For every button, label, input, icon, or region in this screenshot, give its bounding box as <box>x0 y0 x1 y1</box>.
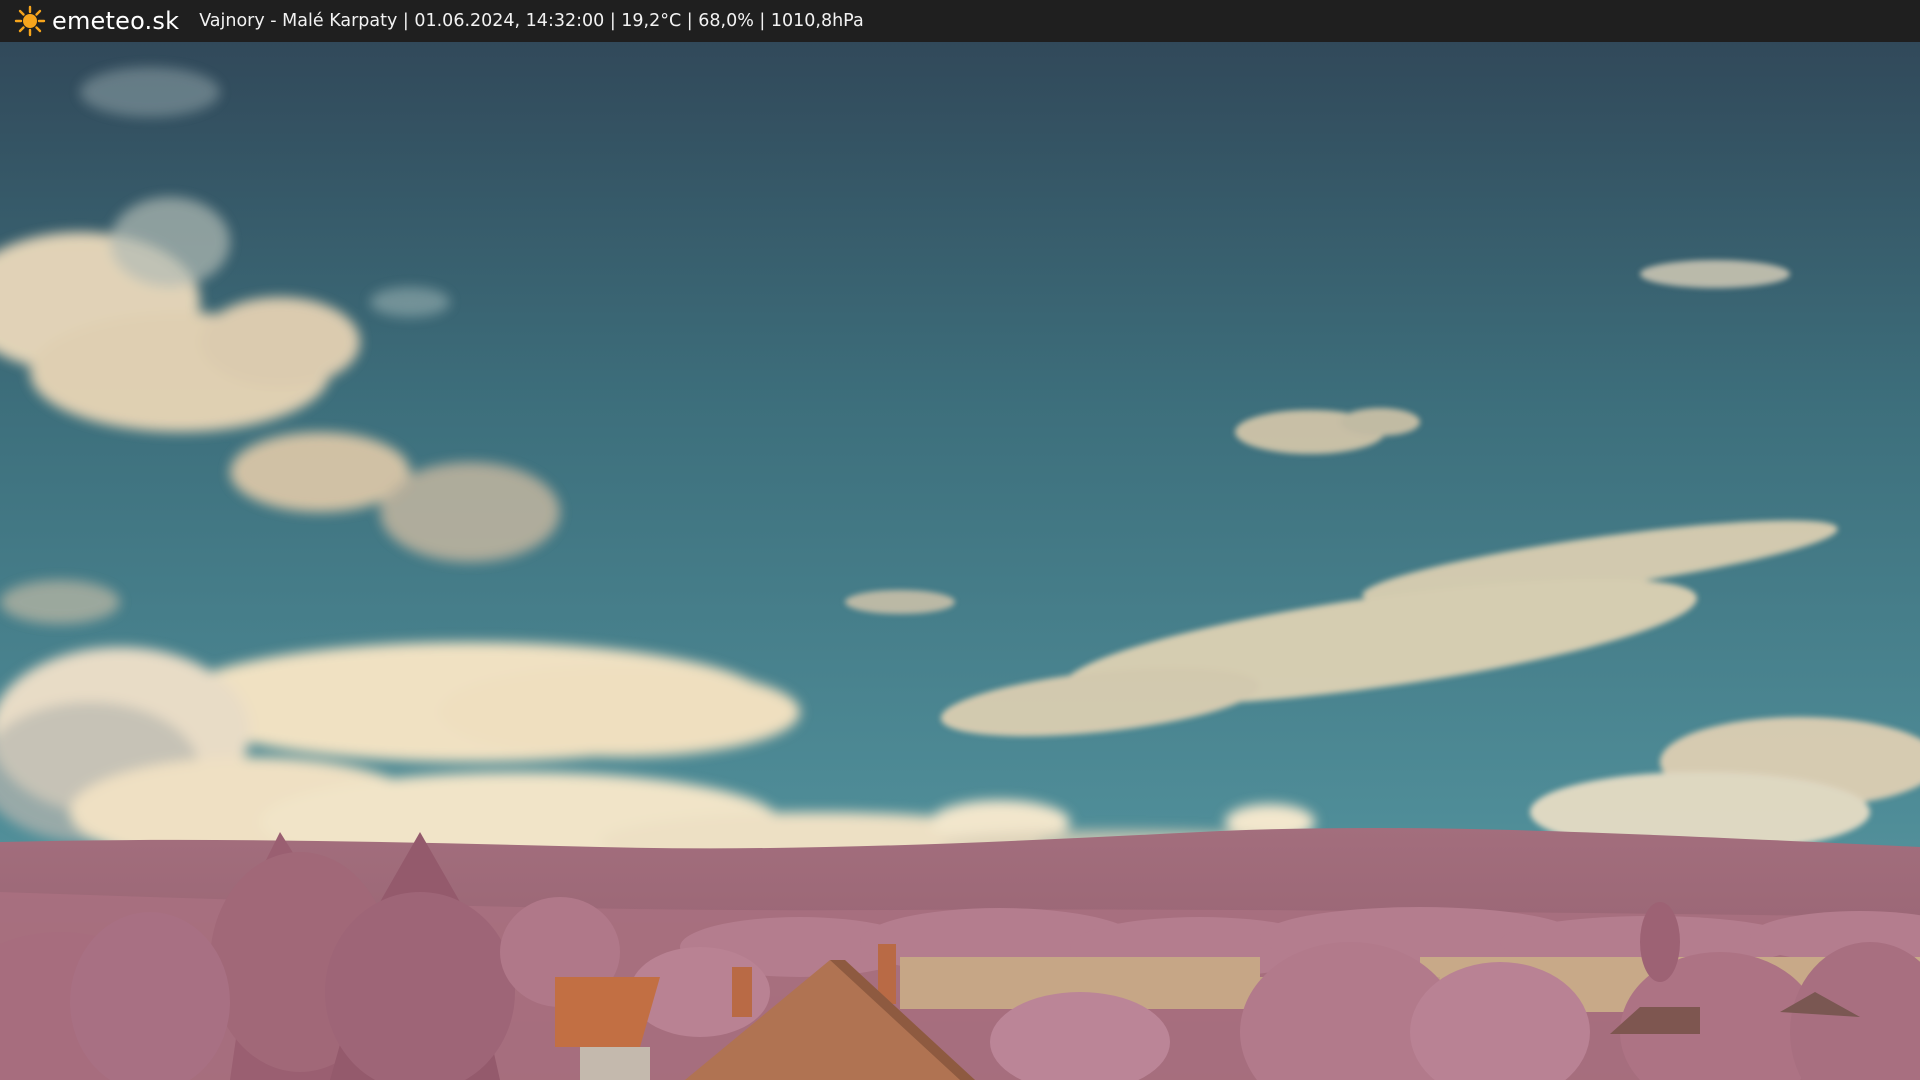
top-bar: emeteo.sk Vajnory - Malé Karpaty | 01.06… <box>0 0 1920 42</box>
sun-icon <box>14 5 46 37</box>
station-info: Vajnory - Malé Karpaty | 01.06.2024, 14:… <box>199 11 864 31</box>
site-brand[interactable]: emeteo.sk <box>52 7 179 35</box>
webcam-page: emeteo.sk Vajnory - Malé Karpaty | 01.06… <box>0 0 1920 1080</box>
webcam-landscape-image <box>0 42 1920 1080</box>
